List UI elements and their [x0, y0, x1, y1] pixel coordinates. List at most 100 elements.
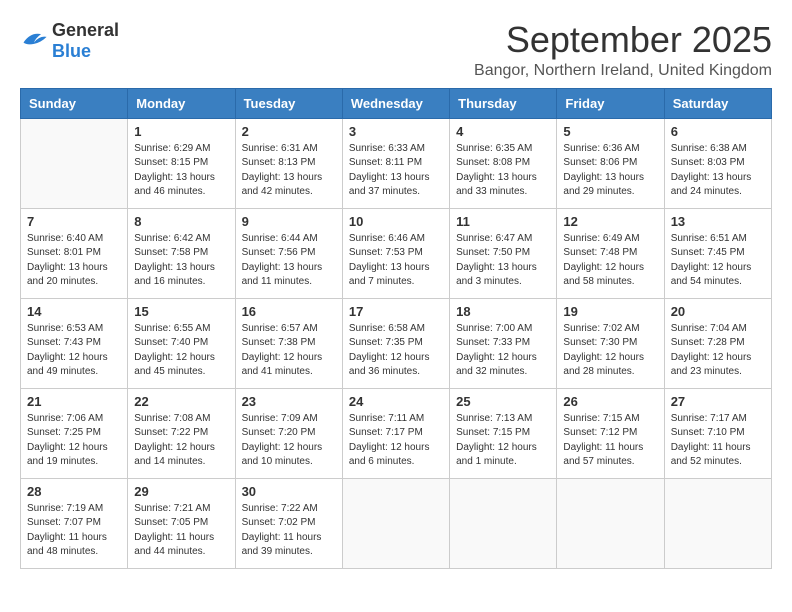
day-info: Sunrise: 7:15 AM Sunset: 7:12 PM Dayligh… — [563, 412, 657, 470]
day-info: Sunrise: 6:47 AM Sunset: 7:50 PM Dayligh… — [456, 232, 550, 290]
weekday-header-tuesday: Tuesday — [235, 88, 342, 118]
calendar-cell: 26 Sunrise: 7:15 AM Sunset: 7:12 PM Dayli… — [557, 388, 664, 478]
day-number: 4 — [456, 124, 550, 139]
calendar-cell — [450, 478, 557, 568]
day-info: Sunrise: 6:51 AM Sunset: 7:45 PM Dayligh… — [671, 232, 765, 290]
calendar-cell: 11 Sunrise: 6:47 AM Sunset: 7:50 PM Dayli… — [450, 208, 557, 298]
calendar-cell: 30 Sunrise: 7:22 AM Sunset: 7:02 PM Dayli… — [235, 478, 342, 568]
day-number: 1 — [134, 124, 228, 139]
day-info: Sunrise: 7:22 AM Sunset: 7:02 PM Dayligh… — [242, 502, 336, 560]
day-number: 19 — [563, 304, 657, 319]
day-info: Sunrise: 7:06 AM Sunset: 7:25 PM Dayligh… — [27, 412, 121, 470]
day-number: 23 — [242, 394, 336, 409]
day-number: 22 — [134, 394, 228, 409]
day-info: Sunrise: 6:38 AM Sunset: 8:03 PM Dayligh… — [671, 142, 765, 200]
calendar-cell: 22 Sunrise: 7:08 AM Sunset: 7:22 PM Dayli… — [128, 388, 235, 478]
day-number: 20 — [671, 304, 765, 319]
calendar-cell: 16Sunrise: 6:57 AM Sunset: 7:38 PM Dayli… — [235, 298, 342, 388]
calendar-cell: 28 Sunrise: 7:19 AM Sunset: 7:07 PM Dayli… — [21, 478, 128, 568]
calendar-cell: 9Sunrise: 6:44 AM Sunset: 7:56 PM Daylig… — [235, 208, 342, 298]
week-row-5: 28 Sunrise: 7:19 AM Sunset: 7:07 PM Dayli… — [21, 478, 772, 568]
week-row-2: 7 Sunrise: 6:40 AM Sunset: 8:01 PM Daylig… — [21, 208, 772, 298]
calendar-cell — [342, 478, 449, 568]
day-info: Sunrise: 6:53 AM Sunset: 7:43 PM Dayligh… — [27, 322, 121, 380]
day-number: 30 — [242, 484, 336, 499]
day-info: Sunrise: 6:40 AM Sunset: 8:01 PM Dayligh… — [27, 232, 121, 290]
day-info: Sunrise: 7:08 AM Sunset: 7:22 PM Dayligh… — [134, 412, 228, 470]
location-title: Bangor, Northern Ireland, United Kingdom — [474, 62, 772, 80]
day-number: 29 — [134, 484, 228, 499]
calendar-cell: 17 Sunrise: 6:58 AM Sunset: 7:35 PM Dayli… — [342, 298, 449, 388]
calendar-cell: 4 Sunrise: 6:35 AM Sunset: 8:08 PM Daylig… — [450, 118, 557, 208]
calendar-cell: 2 Sunrise: 6:31 AM Sunset: 8:13 PM Daylig… — [235, 118, 342, 208]
day-number: 25 — [456, 394, 550, 409]
calendar-cell: 27 Sunrise: 7:17 AM Sunset: 7:10 PM Dayli… — [664, 388, 771, 478]
day-number: 13 — [671, 214, 765, 229]
day-info: Sunrise: 6:42 AM Sunset: 7:58 PM Dayligh… — [134, 232, 228, 290]
day-info: Sunrise: 6:55 AM Sunset: 7:40 PM Dayligh… — [134, 322, 228, 380]
day-info: Sunrise: 6:58 AM Sunset: 7:35 PM Dayligh… — [349, 322, 443, 380]
weekday-header-row: SundayMondayTuesdayWednesdayThursdayFrid… — [21, 88, 772, 118]
day-info: Sunrise: 7:21 AM Sunset: 7:05 PM Dayligh… — [134, 502, 228, 560]
calendar-cell: 20 Sunrise: 7:04 AM Sunset: 7:28 PM Dayli… — [664, 298, 771, 388]
weekday-header-saturday: Saturday — [664, 88, 771, 118]
calendar-cell: 19 Sunrise: 7:02 AM Sunset: 7:30 PM Dayli… — [557, 298, 664, 388]
day-number: 27 — [671, 394, 765, 409]
logo-text: General Blue — [52, 20, 119, 62]
calendar-cell — [664, 478, 771, 568]
day-number: 21 — [27, 394, 121, 409]
calendar-cell: 21 Sunrise: 7:06 AM Sunset: 7:25 PM Dayli… — [21, 388, 128, 478]
calendar-cell: 3 Sunrise: 6:33 AM Sunset: 8:11 PM Daylig… — [342, 118, 449, 208]
day-number: 5 — [563, 124, 657, 139]
calendar-cell — [21, 118, 128, 208]
day-number: 11 — [456, 214, 550, 229]
day-info: Sunrise: 7:11 AM Sunset: 7:17 PM Dayligh… — [349, 412, 443, 470]
calendar-cell: 10 Sunrise: 6:46 AM Sunset: 7:53 PM Dayli… — [342, 208, 449, 298]
calendar-cell: 14 Sunrise: 6:53 AM Sunset: 7:43 PM Dayli… — [21, 298, 128, 388]
day-number: 3 — [349, 124, 443, 139]
calendar-cell: 29 Sunrise: 7:21 AM Sunset: 7:05 PM Dayli… — [128, 478, 235, 568]
week-row-3: 14 Sunrise: 6:53 AM Sunset: 7:43 PM Dayli… — [21, 298, 772, 388]
day-number: 28 — [27, 484, 121, 499]
day-number: 6 — [671, 124, 765, 139]
day-number: 26 — [563, 394, 657, 409]
title-block: September 2025 Bangor, Northern Ireland,… — [474, 20, 772, 80]
day-info: Sunrise: 6:35 AM Sunset: 8:08 PM Dayligh… — [456, 142, 550, 200]
day-number: 7 — [27, 214, 121, 229]
day-info: Sunrise: 7:13 AM Sunset: 7:15 PM Dayligh… — [456, 412, 550, 470]
weekday-header-thursday: Thursday — [450, 88, 557, 118]
day-info: Sunrise: 7:19 AM Sunset: 7:07 PM Dayligh… — [27, 502, 121, 560]
calendar-cell: 12 Sunrise: 6:49 AM Sunset: 7:48 PM Dayli… — [557, 208, 664, 298]
calendar-cell: 24Sunrise: 7:11 AM Sunset: 7:17 PM Dayli… — [342, 388, 449, 478]
day-info: Sunrise: 7:00 AM Sunset: 7:33 PM Dayligh… — [456, 322, 550, 380]
week-row-1: 1Sunrise: 6:29 AM Sunset: 8:15 PM Daylig… — [21, 118, 772, 208]
day-info: Sunrise: 6:46 AM Sunset: 7:53 PM Dayligh… — [349, 232, 443, 290]
calendar-table: SundayMondayTuesdayWednesdayThursdayFrid… — [20, 88, 772, 569]
day-info: Sunrise: 7:04 AM Sunset: 7:28 PM Dayligh… — [671, 322, 765, 380]
calendar-cell: 23Sunrise: 7:09 AM Sunset: 7:20 PM Dayli… — [235, 388, 342, 478]
day-info: Sunrise: 6:49 AM Sunset: 7:48 PM Dayligh… — [563, 232, 657, 290]
weekday-header-monday: Monday — [128, 88, 235, 118]
day-info: Sunrise: 6:33 AM Sunset: 8:11 PM Dayligh… — [349, 142, 443, 200]
day-info: Sunrise: 7:17 AM Sunset: 7:10 PM Dayligh… — [671, 412, 765, 470]
calendar-cell: 15 Sunrise: 6:55 AM Sunset: 7:40 PM Dayli… — [128, 298, 235, 388]
week-row-4: 21 Sunrise: 7:06 AM Sunset: 7:25 PM Dayli… — [21, 388, 772, 478]
day-number: 10 — [349, 214, 443, 229]
weekday-header-wednesday: Wednesday — [342, 88, 449, 118]
calendar-cell — [557, 478, 664, 568]
day-number: 18 — [456, 304, 550, 319]
calendar-cell: 13 Sunrise: 6:51 AM Sunset: 7:45 PM Dayli… — [664, 208, 771, 298]
day-info: Sunrise: 6:31 AM Sunset: 8:13 PM Dayligh… — [242, 142, 336, 200]
weekday-header-friday: Friday — [557, 88, 664, 118]
day-number: 14 — [27, 304, 121, 319]
day-number: 16 — [242, 304, 336, 319]
day-info: Sunrise: 7:02 AM Sunset: 7:30 PM Dayligh… — [563, 322, 657, 380]
day-number: 12 — [563, 214, 657, 229]
day-number: 8 — [134, 214, 228, 229]
day-number: 2 — [242, 124, 336, 139]
day-info: Sunrise: 6:36 AM Sunset: 8:06 PM Dayligh… — [563, 142, 657, 200]
calendar-cell: 6 Sunrise: 6:38 AM Sunset: 8:03 PM Daylig… — [664, 118, 771, 208]
calendar-cell: 18 Sunrise: 7:00 AM Sunset: 7:33 PM Dayli… — [450, 298, 557, 388]
day-number: 17 — [349, 304, 443, 319]
day-number: 15 — [134, 304, 228, 319]
